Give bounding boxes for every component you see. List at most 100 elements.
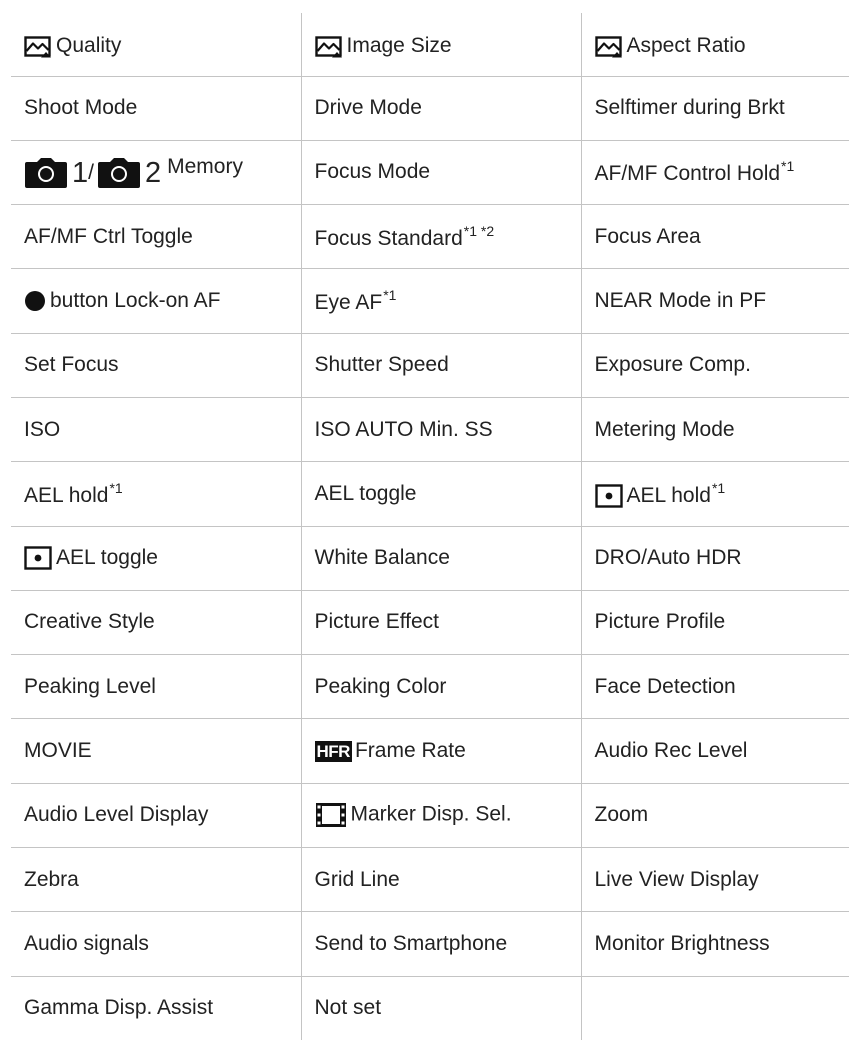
table-cell: DRO/Auto HDR (580, 525, 849, 591)
table-cell: Not set (300, 975, 582, 1040)
cell-label: Not set (314, 996, 382, 1020)
table-cell: AF/MF Control Hold*1 (580, 139, 849, 206)
table-cell: Eye AF*1 (300, 268, 582, 334)
table-cell: Set Focus (11, 332, 302, 398)
table-cell: Metering Mode (580, 396, 849, 463)
table-cell (580, 975, 849, 1040)
table-row: Audio signals Send to Smartphone Monitor B… (11, 911, 849, 977)
footnote-marker: *1 (109, 479, 123, 496)
cell-label: Set Focus (24, 353, 119, 377)
cell-label: Live View Display (594, 867, 759, 891)
cell-label: Aspect Ratio (626, 34, 746, 58)
function-assignment-table: Quality Image Size Aspect Ratio Shoot Mode D… (11, 13, 849, 1040)
cell-label: Marker Disp. Sel. (350, 802, 512, 826)
cell-label: Focus Area (594, 224, 701, 248)
table-cell: button Lock-on AF (11, 268, 302, 334)
cell-label: Exposure Comp. (594, 353, 751, 377)
table-cell: Aspect Ratio (580, 13, 849, 77)
table-row: Shoot Mode Drive Mode Selftimer during Brk… (11, 75, 849, 141)
memory-separator: / (88, 161, 94, 185)
cell-label: Selftimer during Brkt (594, 96, 785, 120)
table-cell: Shutter Speed (300, 332, 582, 398)
cell-label: Gamma Disp. Assist (24, 996, 214, 1020)
table-cell: Live View Display (580, 847, 849, 913)
memory-number-1: 1 (72, 156, 89, 189)
cell-label: Focus Mode (314, 160, 431, 184)
table-cell: Picture Effect (300, 589, 582, 656)
picture-quality-icon (24, 35, 52, 58)
table-cell: Picture Profile (580, 589, 849, 656)
table-row: 1/ 2 Memory Focus Mode AF/MF Control Hold*1 (11, 139, 849, 206)
table-cell: Audio Rec Level (580, 718, 849, 784)
cell-label: Zebra (24, 867, 79, 891)
table-cell: Drive Mode (300, 75, 582, 141)
cell-label: AF/MF Control Hold (594, 162, 781, 186)
cell-label: Monitor Brightness (594, 931, 770, 955)
picture-quality-icon (314, 35, 343, 58)
hfr-icon: HFR (314, 741, 352, 762)
table-row: Audio Level Display Marker Disp. Sel. Zoom (11, 782, 849, 849)
memory-number-2: 2 (144, 156, 162, 189)
table-cell: AEL toggle (300, 461, 582, 527)
cell-label: Audio signals (24, 931, 149, 955)
table-row: button Lock-on AF Eye AF*1 NEAR Mode in PF (11, 268, 849, 334)
table-cell: Grid Line (300, 847, 582, 913)
table-cell: Marker Disp. Sel. (300, 782, 582, 849)
cell-label: Image Size (346, 34, 452, 58)
table-cell: Send to Smartphone (300, 911, 582, 977)
table-cell: Peaking Level (11, 654, 302, 720)
table-cell: Selftimer during Brkt (580, 75, 849, 141)
film-strip-icon (315, 802, 347, 828)
cell-label: Audio Rec Level (594, 739, 748, 763)
table-row: AEL hold*1 AEL toggle AEL hold*1 (11, 461, 849, 527)
cell-label: MOVIE (24, 739, 92, 763)
cell-label: Peaking Color (314, 674, 447, 698)
table-cell: AEL hold*1 (580, 461, 849, 527)
table-row: Quality Image Size Aspect Ratio (11, 13, 849, 77)
cell-label: Quality (56, 34, 122, 58)
cell-label: Drive Mode (314, 96, 422, 120)
cell-label: ISO AUTO Min. SS (314, 417, 493, 441)
table-cell: Exposure Comp. (580, 332, 849, 398)
cell-label: Zoom (594, 803, 649, 827)
table-row: AEL toggle White Balance DRO/Auto HDR (11, 525, 849, 591)
cell-label: Audio Level Display (24, 803, 209, 827)
cell-label: Frame Rate (354, 739, 466, 763)
cell-label: Shutter Speed (314, 353, 449, 377)
table-cell: AEL hold*1 (11, 461, 302, 527)
picture-quality-icon (594, 35, 623, 58)
spot-metering-icon (24, 546, 52, 571)
table-cell: Zebra (11, 847, 302, 913)
table-cell: Focus Area (580, 204, 849, 270)
footnote-marker: *1 *2 (463, 222, 495, 239)
cell-label: Memory (167, 154, 243, 178)
table-cell: AEL toggle (11, 525, 302, 591)
cell-label: Metering Mode (594, 417, 735, 441)
spot-metering-icon (594, 484, 623, 508)
table-row: AF/MF Ctrl Toggle Focus Standard*1 *2 Focu… (11, 204, 849, 270)
table-cell: Face Detection (580, 654, 849, 720)
table-cell: MOVIE (11, 718, 302, 784)
footnote-marker: *1 (711, 479, 726, 496)
table-cell: ISO AUTO Min. SS (300, 396, 582, 463)
cell-label: AEL toggle (56, 546, 158, 569)
table-cell: NEAR Mode in PF (580, 268, 849, 334)
cell-label: ISO (24, 417, 61, 441)
cell-label: Eye AF (314, 290, 383, 314)
table-cell: Monitor Brightness (580, 911, 849, 977)
cell-label: AF/MF Ctrl Toggle (24, 224, 193, 248)
cell-label: NEAR Mode in PF (594, 288, 767, 312)
table-row: Zebra Grid Line Live View Display (11, 847, 849, 913)
table-cell: 1/ 2 Memory (11, 139, 302, 206)
table-cell: Audio signals (11, 911, 302, 977)
cell-label: button Lock-on AF (50, 288, 221, 312)
cell-label: Face Detection (594, 674, 736, 698)
cell-label: Shoot Mode (24, 96, 138, 120)
footnote-marker: *1 (383, 286, 397, 303)
cell-label: AEL hold (24, 483, 109, 507)
table-row: Peaking Level Peaking Color Face Detection (11, 654, 849, 720)
center-button-icon (24, 290, 46, 312)
table-cell: Shoot Mode (11, 75, 302, 141)
cell-label: White Balance (314, 546, 450, 570)
cell-label: Grid Line (314, 867, 400, 891)
